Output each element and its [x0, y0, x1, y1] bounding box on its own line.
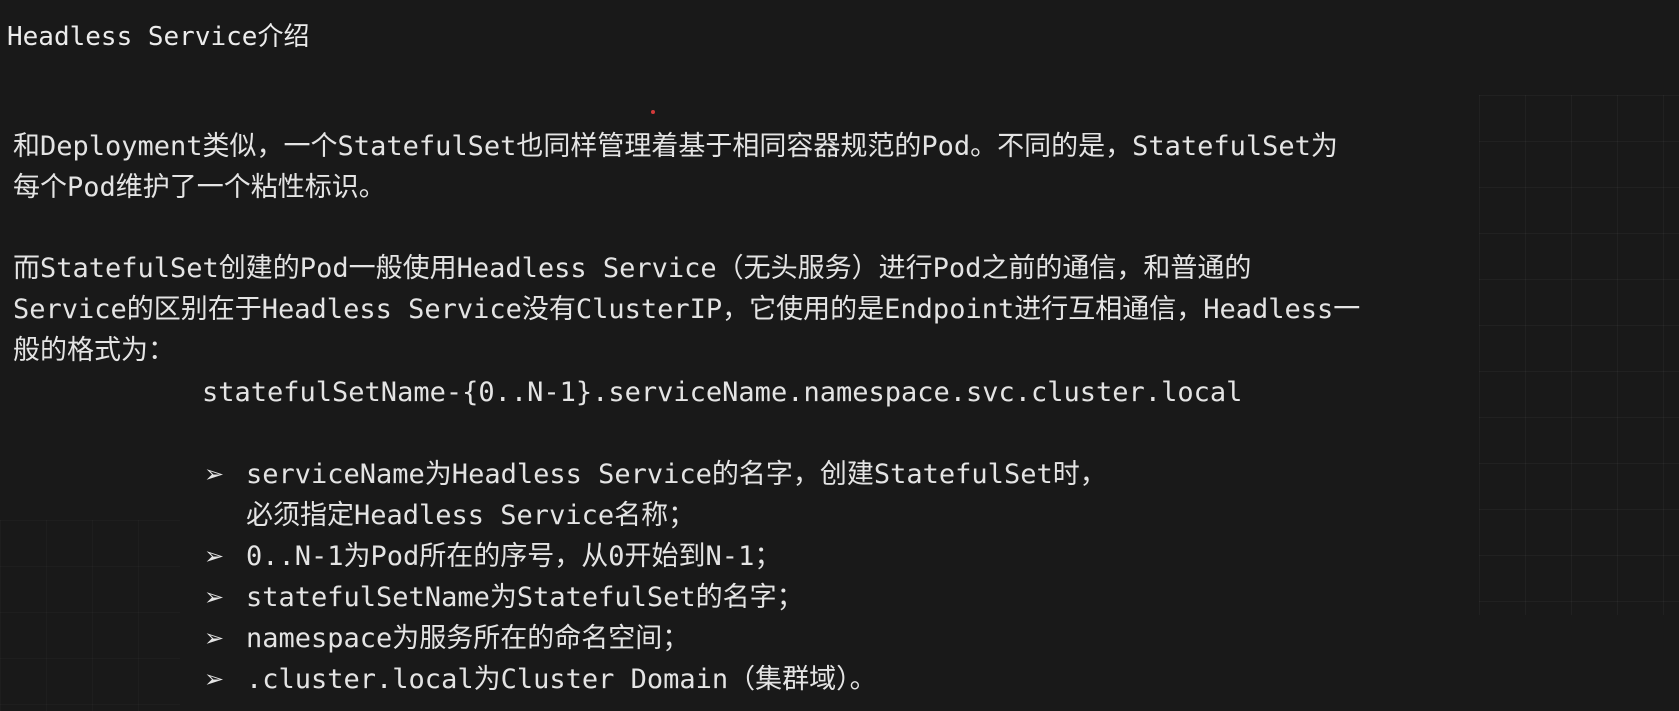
arrow-bullet-icon: ➢: [204, 460, 225, 488]
paragraph-line: Service的区别在于Headless Service没有ClusterIP，…: [13, 294, 1361, 325]
list-item-text: serviceName为Headless Service的名字，创建Statef…: [246, 459, 1107, 490]
paragraph-deployment-comparison: 和Deployment类似，一个StatefulSet也同样管理着基于相同容器规…: [13, 126, 1338, 208]
page-title: Headless Service介绍: [7, 22, 310, 52]
background-grid-left: [0, 520, 180, 711]
arrow-bullet-icon: ➢: [204, 624, 225, 652]
background-grid: [1479, 95, 1679, 615]
list-item-text: statefulSetName为StatefulSet的名字；: [246, 582, 804, 613]
list-item-text: 必须指定Headless Service名称；: [246, 500, 696, 531]
arrow-bullet-icon: ➢: [204, 583, 225, 611]
paragraph-line: 般的格式为：: [13, 335, 175, 366]
list-item-text: 0..N-1为Pod所在的序号，从0开始到N-1；: [246, 541, 782, 572]
paragraph-line: 而StatefulSet创建的Pod一般使用Headless Service（无…: [13, 253, 1252, 284]
paragraph-line: 每个Pod维护了一个粘性标识。: [13, 172, 386, 203]
list-item-text: namespace为服务所在的命名空间；: [246, 623, 690, 654]
arrow-bullet-icon: ➢: [204, 665, 225, 693]
list-item: ➢ .cluster.local为Cluster Domain（集群域）。: [202, 659, 1107, 700]
dns-format-line: statefulSetName-{0..N-1}.serviceName.nam…: [202, 377, 1243, 408]
list-item: ➢ 0..N-1为Pod所在的序号，从0开始到N-1；: [202, 536, 1107, 577]
format-explanation-list: ➢ serviceName为Headless Service的名字，创建Stat…: [202, 454, 1107, 700]
list-item: ➢ serviceName为Headless Service的名字，创建Stat…: [202, 454, 1107, 536]
arrow-bullet-icon: ➢: [204, 542, 225, 570]
paragraph-line: 和Deployment类似，一个StatefulSet也同样管理着基于相同容器规…: [13, 131, 1338, 162]
list-item: ➢ namespace为服务所在的命名空间；: [202, 618, 1107, 659]
red-dot-marker: [651, 110, 655, 114]
paragraph-headless-service: 而StatefulSet创建的Pod一般使用Headless Service（无…: [13, 248, 1360, 371]
list-item: ➢ statefulSetName为StatefulSet的名字；: [202, 577, 1107, 618]
list-item-text: .cluster.local为Cluster Domain（集群域）。: [246, 664, 877, 695]
